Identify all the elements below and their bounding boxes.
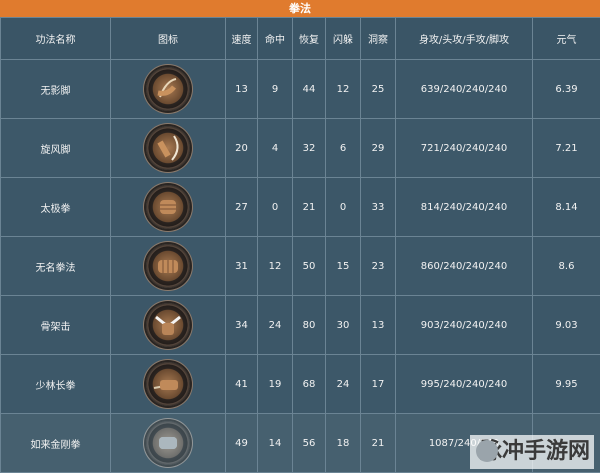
table-row: 少林长拳 41 19 68 24 17 995/240/240/240 9.95 — [0, 354, 600, 414]
recover-cell: 80 — [292, 295, 326, 355]
qi-cell: 7.21 — [532, 118, 600, 178]
watermark-logo-icon — [476, 440, 498, 462]
recover-cell: 21 — [292, 177, 326, 237]
skill-name: 无影脚 — [0, 59, 111, 119]
speed-cell: 41 — [225, 354, 258, 414]
hit-cell: 12 — [257, 236, 293, 296]
fist-icon — [146, 244, 190, 288]
qi-cell: 9.03 — [532, 295, 600, 355]
header-hit: 命中 — [257, 17, 293, 60]
skill-icon-cell — [110, 59, 226, 119]
speed-cell: 13 — [225, 59, 258, 119]
header-name: 功法名称 — [0, 17, 111, 60]
skill-icon-cell — [110, 354, 226, 414]
dodge-cell: 15 — [325, 236, 361, 296]
recover-cell: 68 — [292, 354, 326, 414]
header-qi: 元气 — [532, 17, 600, 60]
header-speed: 速度 — [225, 17, 258, 60]
attack-cell: 639/240/240/240 — [395, 59, 533, 119]
attack-cell: 995/240/240/240 — [395, 354, 533, 414]
qi-cell: 8.6 — [532, 236, 600, 296]
hit-cell: 14 — [257, 413, 293, 473]
table-row: 骨架击 34 24 80 30 13 903/240/240/240 9.03 — [0, 295, 600, 355]
skill-name: 如来金刚拳 — [0, 413, 111, 473]
header-dodge: 闪躲 — [325, 17, 361, 60]
table-row: 旋风脚 20 4 32 6 29 721/240/240/240 7.21 — [0, 118, 600, 178]
dodge-cell: 6 — [325, 118, 361, 178]
hit-cell: 24 — [257, 295, 293, 355]
hit-cell: 19 — [257, 354, 293, 414]
header-attack: 身攻/头攻/手攻/脚攻 — [395, 17, 533, 60]
insight-cell: 33 — [360, 177, 396, 237]
skill-name: 太极拳 — [0, 177, 111, 237]
skill-name: 少林长拳 — [0, 354, 111, 414]
qi-cell: 8.14 — [532, 177, 600, 237]
header-icon: 图标 — [110, 17, 226, 60]
insight-cell: 29 — [360, 118, 396, 178]
skill-icon-cell — [110, 413, 226, 473]
table-title: 拳法 — [0, 0, 600, 17]
skill-icon-cell — [110, 236, 226, 296]
table-row: 太极拳 27 0 21 0 33 814/240/240/240 8.14 — [0, 177, 600, 237]
insight-cell: 13 — [360, 295, 396, 355]
dodge-cell: 12 — [325, 59, 361, 119]
dodge-cell: 24 — [325, 354, 361, 414]
header-recover: 恢复 — [292, 17, 326, 60]
attack-cell: 814/240/240/240 — [395, 177, 533, 237]
speed-cell: 49 — [225, 413, 258, 473]
dodge-cell: 0 — [325, 177, 361, 237]
bone-strike-icon — [146, 303, 190, 347]
speed-cell: 34 — [225, 295, 258, 355]
martial-arts-table: 功法名称 图标 速度 命中 恢复 闪躲 洞察 身攻/头攻/手攻/脚攻 元气 无影… — [0, 17, 600, 473]
attack-cell: 721/240/240/240 — [395, 118, 533, 178]
long-fist-icon — [146, 362, 190, 406]
recover-cell: 56 — [292, 413, 326, 473]
qi-cell: 6.39 — [532, 59, 600, 119]
header-row: 功法名称 图标 速度 命中 恢复 闪躲 洞察 身攻/头攻/手攻/脚攻 元气 — [0, 17, 600, 60]
speed-cell: 20 — [225, 118, 258, 178]
site-watermark: 脉冲手游网 — [470, 435, 594, 469]
recover-cell: 50 — [292, 236, 326, 296]
insight-cell: 17 — [360, 354, 396, 414]
whirlwind-kick-icon — [146, 126, 190, 170]
attack-cell: 903/240/240/240 — [395, 295, 533, 355]
table-row: 无影脚 13 9 44 12 25 639/240/240/240 6.39 — [0, 59, 600, 119]
skill-name: 旋风脚 — [0, 118, 111, 178]
recover-cell: 44 — [292, 59, 326, 119]
hit-cell: 9 — [257, 59, 293, 119]
insight-cell: 25 — [360, 59, 396, 119]
header-insight: 洞察 — [360, 17, 396, 60]
speed-cell: 27 — [225, 177, 258, 237]
dodge-cell: 18 — [325, 413, 361, 473]
qi-cell: 9.95 — [532, 354, 600, 414]
skill-name: 无名拳法 — [0, 236, 111, 296]
hit-cell: 4 — [257, 118, 293, 178]
palm-icon — [146, 421, 190, 465]
recover-cell: 32 — [292, 118, 326, 178]
insight-cell: 21 — [360, 413, 396, 473]
table-row: 无名拳法 31 12 50 15 23 860/240/240/240 8.6 — [0, 236, 600, 296]
skill-icon-cell — [110, 177, 226, 237]
hit-cell: 0 — [257, 177, 293, 237]
fist-icon — [146, 185, 190, 229]
skill-icon-cell — [110, 118, 226, 178]
skill-icon-cell — [110, 295, 226, 355]
skill-name: 骨架击 — [0, 295, 111, 355]
attack-cell: 860/240/240/240 — [395, 236, 533, 296]
insight-cell: 23 — [360, 236, 396, 296]
speed-cell: 31 — [225, 236, 258, 296]
kick-icon — [146, 67, 190, 111]
dodge-cell: 30 — [325, 295, 361, 355]
